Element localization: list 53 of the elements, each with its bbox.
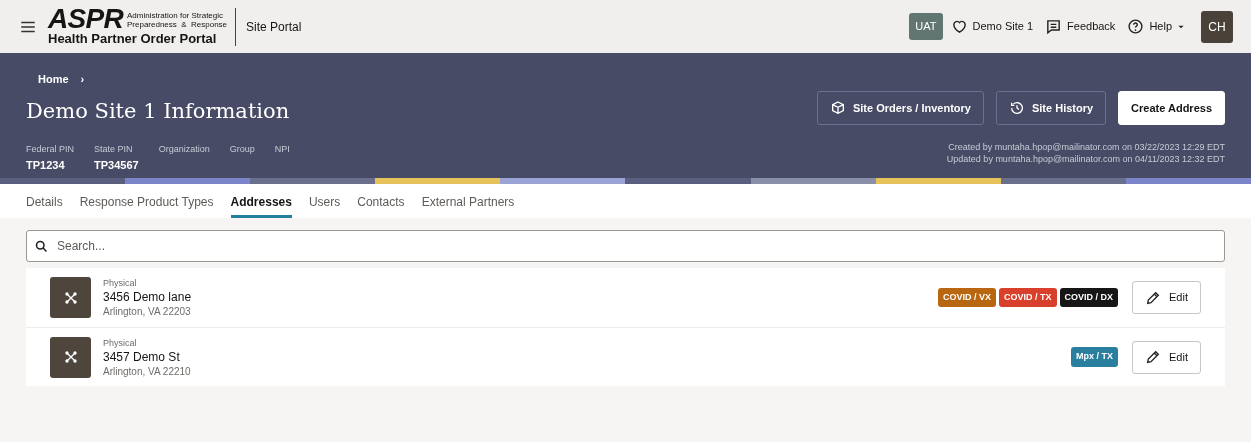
- logo-tagline: Health Partner Order Portal: [48, 31, 218, 46]
- audit-text: Created by muntaha.hpop@mailinator.com on 03/22/2023 12:29 EDT: [948, 141, 1225, 153]
- environment-badge: UAT: [909, 13, 943, 40]
- network-icon: [62, 349, 79, 365]
- action-button[interactable]: Site Orders / Inventory: [816, 91, 984, 125]
- address-type: Physical: [103, 277, 138, 290]
- category-tag: COVID / VX: [938, 287, 996, 308]
- help-icon: [1127, 18, 1145, 35]
- logo-subtitle: Administration for Strategic: [127, 11, 225, 20]
- breadcrumb-separator: ›: [80, 72, 85, 87]
- tab[interactable]: Response Product Types: [79, 188, 214, 218]
- breadcrumb-link[interactable]: Home: [38, 71, 69, 88]
- action-button[interactable]: Site History: [995, 91, 1107, 125]
- field-label: Group: [229, 143, 255, 156]
- tab[interactable]: Details: [26, 188, 63, 218]
- page-title: Demo Site 1 Information: [26, 97, 291, 125]
- field-label: Organization: [158, 143, 210, 156]
- field-label: State PIN: [94, 143, 134, 156]
- field-value: TP1234: [26, 157, 66, 173]
- help-button[interactable]: Help: [1127, 18, 1185, 35]
- field-label: Federal PIN: [26, 143, 75, 156]
- field-label: NPI: [274, 143, 290, 156]
- audit-text: Updated by muntaha.hpop@mailinator.com on 04/11/2023 12:32 EDT: [946, 153, 1225, 165]
- category-tag: Mpx / TX: [1071, 347, 1119, 367]
- edit-button[interactable]: Edit: [1132, 340, 1201, 374]
- category-tag: COVID / TX: [999, 287, 1057, 308]
- history-icon: [1008, 100, 1025, 116]
- tab[interactable]: External Partners: [421, 188, 515, 218]
- address-street: 3456 Demo lane: [103, 290, 193, 305]
- field-value: TP34567: [94, 157, 139, 173]
- portal-name: Site Portal: [246, 18, 302, 36]
- pencil-icon: [1145, 349, 1162, 365]
- address-city: Arlington, VA 22210: [103, 364, 192, 378]
- tab[interactable]: Addresses: [230, 188, 292, 218]
- network-icon: [62, 289, 79, 306]
- pencil-icon: [1145, 289, 1162, 306]
- package-icon: [829, 100, 846, 116]
- site-button[interactable]: Demo Site 1: [950, 18, 1034, 35]
- heart-icon: [950, 18, 968, 35]
- address-city: Arlington, VA 22203: [103, 305, 192, 318]
- feedback-button[interactable]: Feedback: [1045, 18, 1116, 35]
- address-street: 3457 Demo St: [103, 349, 181, 365]
- create-button[interactable]: Create Address: [1118, 91, 1225, 125]
- address-type: Physical: [103, 336, 138, 350]
- category-tag: COVID / DX: [1059, 287, 1119, 308]
- edit-button[interactable]: Edit: [1132, 281, 1201, 314]
- search-field[interactable]: Search...: [26, 230, 1225, 262]
- tab[interactable]: Users: [308, 188, 341, 218]
- user-avatar[interactable]: CH: [1201, 10, 1233, 43]
- logo-mark: ASPR: [48, 7, 123, 31]
- tab[interactable]: Contacts: [357, 188, 405, 218]
- logo-subtitle: Preparedness & Response: [127, 20, 228, 29]
- comment-icon: [1045, 18, 1063, 35]
